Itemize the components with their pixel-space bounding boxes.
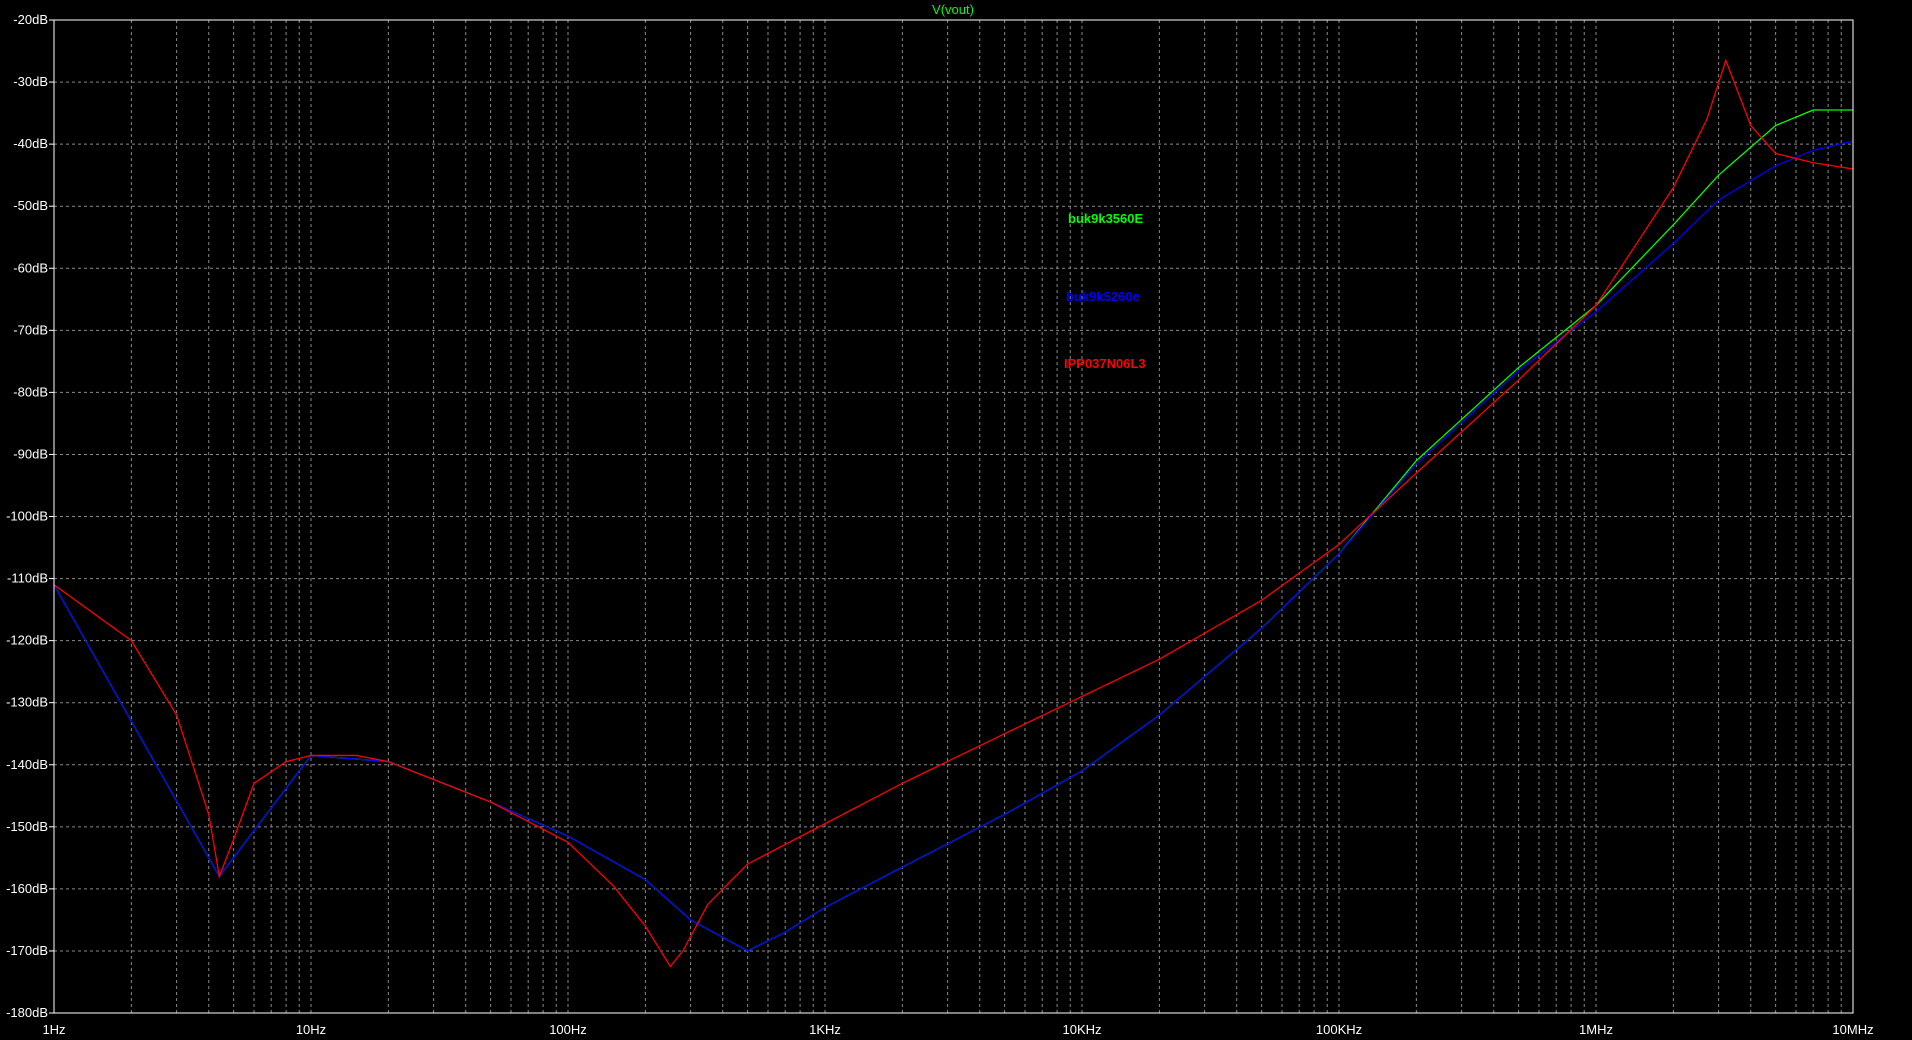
x-tick-label: 10Hz [296,1022,326,1037]
y-tick-label: -40dB [13,136,48,151]
y-tick-label: -160dB [6,881,48,896]
plot-background [0,0,1912,1040]
y-tick-label: -150dB [6,819,48,834]
y-tick-label: -120dB [6,633,48,648]
y-tick-label: -140dB [6,757,48,772]
x-tick-label: 100KHz [1316,1022,1362,1037]
y-tick-label: -130dB [6,695,48,710]
y-tick-label: -50dB [13,198,48,213]
y-tick-label: -90dB [13,446,48,461]
x-tick-label: 1KHz [809,1022,841,1037]
x-tick-label: 100Hz [549,1022,587,1037]
y-tick-label: -60dB [13,260,48,275]
x-tick-label: 10KHz [1062,1022,1101,1037]
bode-plot: V(vout) -20dB -30dB -40dB -50dB -60dB -70dB -8… [0,0,1912,1040]
legend-label-buk9k5260e: buk9k5260e [1066,289,1140,304]
y-tick-label: -170dB [6,943,48,958]
y-tick-label: -100dB [6,509,48,524]
y-tick-label: -70dB [13,322,48,337]
legend-label-ipp037n06l3: IPP037N06L3 [1064,356,1146,371]
y-tick-label: -20dB [13,12,48,27]
chart-title: V(vout) [932,2,974,17]
y-tick-label: -80dB [13,384,48,399]
y-tick-label: -110dB [7,571,48,586]
legend-label-buk9k3560e: buk9k3560E [1068,211,1143,226]
y-tick-label: -30dB [13,74,48,89]
x-tick-label: 1Hz [42,1022,65,1037]
x-tick-label: 1MHz [1579,1022,1613,1037]
y-tick-label: -180dB [6,1005,48,1020]
x-tick-label: 10MHz [1832,1022,1873,1037]
